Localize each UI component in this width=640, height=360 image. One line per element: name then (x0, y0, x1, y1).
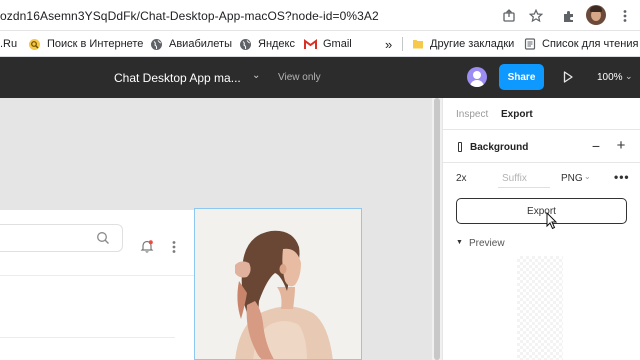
tab-inspect[interactable]: Inspect (456, 109, 488, 120)
chrome-profile-avatar[interactable] (586, 5, 606, 25)
bookmark-label: Gmail (323, 38, 352, 50)
play-icon[interactable] (561, 70, 575, 84)
export-scale-select[interactable]: 2x (456, 173, 467, 184)
more-vertical-icon[interactable] (172, 240, 176, 254)
bookmarks-bar: .Ru Поиск в Интернете Авиабилеты Яндекс … (0, 31, 640, 57)
divider (443, 129, 640, 130)
bookmark-gmail[interactable]: Gmail (304, 36, 352, 52)
reading-list-icon (523, 38, 536, 51)
zoom-level[interactable]: 100% (597, 72, 623, 83)
selected-image-frame[interactable] (194, 208, 362, 360)
figma-toolbar: Chat Desktop App ma... ⌄ View only Share… (0, 57, 640, 98)
search-input[interactable] (0, 224, 123, 252)
bookmark-label: Список для чтения (542, 38, 639, 50)
bookmark-star-icon[interactable] (527, 7, 545, 25)
url-text[interactable]: ozdn16Asemn3YSqDdFk/Chat-Desktop-App-mac… (0, 9, 379, 23)
mouse-pointer-icon (546, 212, 558, 230)
bookmark-reading-list[interactable]: Список для чтения (523, 36, 638, 52)
panel-scrollbar[interactable] (432, 98, 442, 360)
divider (0, 275, 195, 276)
triangle-down-icon[interactable]: ▼ (456, 239, 463, 246)
bookmark-yandex[interactable]: Яндекс (239, 36, 295, 52)
background-swatch-icon (458, 142, 462, 152)
document-title[interactable]: Chat Desktop App ma... (114, 71, 241, 85)
export-format-select[interactable]: PNG (561, 173, 583, 184)
bookmarks-separator (402, 37, 403, 51)
bookmarks-overflow-button[interactable]: » (385, 36, 392, 52)
background-label: Background (470, 142, 529, 153)
chat-frame-preview[interactable] (0, 210, 195, 360)
divider (0, 337, 175, 338)
more-options-icon[interactable]: ••• (614, 171, 630, 183)
search-icon (96, 231, 110, 245)
add-export-button[interactable]: + (614, 138, 628, 153)
tab-export[interactable]: Export (501, 109, 533, 120)
share-button[interactable]: Share (499, 64, 544, 90)
globe-icon (150, 38, 163, 51)
export-preview-thumbnail (517, 256, 563, 360)
globe-icon (239, 38, 252, 51)
chevron-down-icon[interactable]: ⌄ (625, 71, 633, 82)
bookmark-label: Авиабилеты (169, 38, 233, 50)
woman-photo-image (195, 209, 361, 359)
share-page-icon[interactable] (500, 7, 518, 25)
gmail-icon (304, 38, 317, 51)
search-globe-icon (28, 38, 41, 51)
bookmark-other[interactable]: Другие закладки (411, 36, 514, 52)
preview-toggle-label[interactable]: Preview (469, 238, 505, 249)
chevron-down-icon[interactable]: ⌄ (252, 70, 260, 81)
export-button[interactable]: Export (456, 198, 627, 224)
suffix-input[interactable]: Suffix (498, 168, 550, 188)
notification-bell-icon[interactable] (140, 239, 154, 253)
bookmark-label: Поиск в Интернете (47, 38, 144, 50)
bookmark-label: Другие закладки (430, 38, 515, 50)
bookmark-label: Яндекс (258, 38, 295, 50)
properties-panel: Inspect Export Background − + 2x Suffix … (442, 98, 640, 360)
chevron-down-icon[interactable]: ⌄ (584, 172, 591, 181)
bookmark-ru[interactable]: .Ru (0, 36, 17, 52)
chrome-menu-icon[interactable] (616, 7, 634, 25)
bookmark-aviabilety[interactable]: Авиабилеты (150, 36, 232, 52)
extensions-puzzle-icon[interactable] (560, 7, 578, 25)
user-avatar[interactable] (467, 67, 487, 87)
design-canvas[interactable] (0, 98, 432, 360)
bookmark-label: .Ru (0, 38, 18, 50)
bookmark-search-internet[interactable]: Поиск в Интернете (28, 36, 143, 52)
folder-icon (411, 38, 424, 51)
bookmark-label: » (385, 36, 393, 52)
browser-address-bar[interactable]: ozdn16Asemn3YSqDdFk/Chat-Desktop-App-mac… (0, 0, 640, 31)
remove-export-button[interactable]: − (589, 139, 603, 153)
view-mode-label: View only (278, 72, 321, 83)
divider (443, 162, 640, 163)
